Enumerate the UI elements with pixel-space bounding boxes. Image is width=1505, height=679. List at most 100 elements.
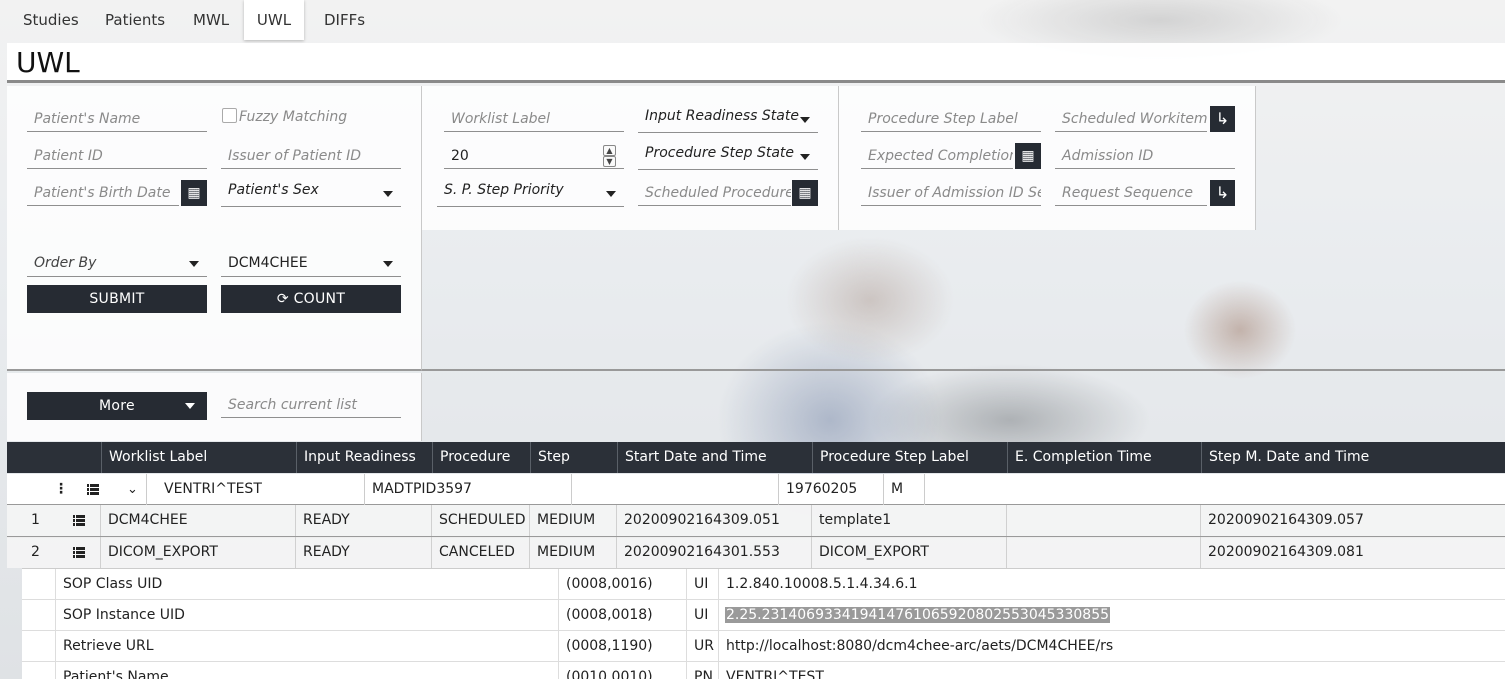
step-priority-select[interactable]: S. P. Step Priority [437, 177, 624, 207]
row-readiness: READY [296, 505, 432, 536]
header-spacer [7, 442, 101, 473]
fuzzy-matching-checkbox[interactable] [222, 108, 237, 123]
scheduled-procedure-start-input[interactable]: Scheduled Procedure S [638, 180, 791, 206]
attribute-tag: (0008,1190) [559, 631, 687, 662]
row-step: MEDIUM [530, 505, 617, 536]
attribute-value[interactable]: 2.25.23140693341941476106592080255304533… [719, 600, 1505, 631]
attribute-vr: PN [687, 662, 719, 679]
expected-completion-calendar-icon[interactable]: ▦ [1015, 143, 1041, 169]
patient-row: ⋮ ⌄ VENTRI^TEST MADTPID3597 19760205 M [7, 474, 1505, 505]
col-worklist-label[interactable]: Worklist Label [101, 442, 296, 473]
spin-down-icon[interactable]: ▼ [603, 156, 616, 167]
page-title: UWL [16, 46, 80, 79]
table-row[interactable]: 1 DCM4CHEE READY SCHEDULED MEDIUM 202009… [7, 505, 1505, 536]
request-sequence-input[interactable]: Request Sequence [1055, 180, 1207, 206]
chevron-down-icon [383, 261, 393, 267]
row-readiness: READY [296, 537, 432, 568]
scheduled-calendar-icon[interactable]: ▦ [792, 180, 818, 206]
row-menu-icon[interactable] [73, 537, 101, 568]
tab-patients[interactable]: Patients [105, 0, 165, 40]
refresh-icon: ⟳ [276, 291, 289, 307]
chevron-down-icon [800, 154, 810, 160]
attribute-row: Patient's Name (0010,0010) PN VENTRI^TES… [22, 662, 1505, 679]
procedure-step-state-select[interactable]: Procedure Step State [638, 140, 818, 170]
attribute-name: SOP Class UID [56, 569, 559, 600]
procedure-step-state-label: Procedure Step State [645, 145, 795, 161]
attribute-indent [22, 600, 56, 631]
tab-uwl[interactable]: UWL [244, 0, 304, 40]
attribute-name: SOP Instance UID [56, 600, 559, 631]
birth-date-input[interactable]: Patient's Birth Date [27, 180, 179, 206]
kebab-menu-icon[interactable]: ⋮ [53, 474, 69, 505]
selected-text: 2.25.23140693341941476106592080255304533… [725, 607, 1111, 623]
list-icon[interactable] [87, 474, 107, 505]
row-procedure: CANCELED [432, 537, 530, 568]
search-current-list-input[interactable]: Search current list [221, 392, 401, 418]
fuzzy-matching-label: Fuzzy Matching [239, 109, 348, 125]
tab-diffs[interactable]: DIFFs [324, 0, 365, 40]
request-sequence-open-icon[interactable]: ↳ [1210, 180, 1235, 206]
order-by-select[interactable]: Order By [27, 250, 207, 277]
patient-id-input[interactable]: Patient ID [27, 143, 207, 169]
aet-label: DCM4CHEE [228, 255, 308, 271]
worklist-label-input[interactable]: Worklist Label [444, 106, 624, 132]
patient-sex-label: Patient's Sex [228, 182, 319, 198]
tab-mwl[interactable]: MWL [193, 0, 229, 40]
tab-studies[interactable]: Studies [23, 0, 79, 40]
issuer-of-admission-id-input[interactable]: Issuer of Admission ID Sequ [861, 180, 1041, 206]
col-input-readiness[interactable]: Input Readiness [296, 442, 432, 473]
expected-completion-input[interactable]: Expected Completion D [861, 143, 1013, 169]
col-start-date[interactable]: Start Date and Time [617, 442, 812, 473]
scheduled-workitem-open-icon[interactable]: ↳ [1210, 106, 1235, 132]
col-procedure[interactable]: Procedure [432, 442, 530, 473]
submit-button[interactable]: SUBMIT [27, 285, 207, 313]
limit-input[interactable]: 20 [444, 143, 624, 169]
attribute-value[interactable]: http://localhost:8080/dcm4chee-arc/aets/… [719, 631, 1505, 662]
col-step-modified[interactable]: Step M. Date and Time [1201, 442, 1505, 473]
col-step[interactable]: Step [530, 442, 617, 473]
expand-chevron-icon[interactable]: ⌄ [127, 474, 147, 505]
step-priority-label: S. P. Step Priority [444, 182, 564, 198]
attribute-name: Patient's Name [56, 662, 559, 679]
patient-extra [572, 474, 779, 505]
row-completion [1007, 537, 1201, 568]
patient-sex-select[interactable]: Patient's Sex [221, 177, 401, 207]
aet-select[interactable]: DCM4CHEE [221, 250, 401, 277]
issuer-of-patient-id-input[interactable]: Issuer of Patient ID [221, 143, 401, 169]
order-by-label: Order By [34, 255, 97, 271]
col-completion-time[interactable]: E. Completion Time [1007, 442, 1201, 473]
row-number: 1 [31, 512, 40, 528]
attribute-vr: UI [687, 569, 719, 600]
attribute-indent [22, 662, 56, 679]
more-button[interactable]: More [27, 392, 207, 420]
attribute-vr: UI [687, 600, 719, 631]
row-number: 2 [31, 544, 40, 560]
row-procedure: SCHEDULED [432, 505, 530, 536]
attribute-value[interactable]: VENTRI^TEST [719, 662, 1505, 679]
admission-id-input[interactable]: Admission ID [1055, 143, 1235, 169]
chevron-down-icon [800, 117, 810, 123]
attribute-tag: (0010,0010) [559, 662, 687, 679]
col-procedure-step-label[interactable]: Procedure Step Label [812, 442, 1007, 473]
attribute-value[interactable]: 1.2.840.10008.5.1.4.34.6.1 [719, 569, 1505, 600]
input-readiness-select[interactable]: Input Readiness State [638, 103, 818, 133]
row-worklist-label: DCM4CHEE [101, 505, 296, 536]
patient-name-input[interactable]: Patient's Name [27, 106, 207, 132]
birth-date-calendar-icon[interactable]: ▦ [181, 180, 207, 206]
attribute-row: SOP Instance UID (0008,0018) UI 2.25.231… [22, 600, 1505, 631]
count-button[interactable]: ⟳ COUNT [221, 285, 401, 313]
attribute-row: SOP Class UID (0008,0016) UI 1.2.840.100… [22, 569, 1505, 600]
table-row[interactable]: 2 DICOM_EXPORT READY CANCELED MEDIUM 202… [7, 537, 1505, 568]
main-nav: Studies Patients MWL UWL DIFFs [0, 0, 1505, 40]
chevron-down-icon [383, 191, 393, 197]
spin-up-icon[interactable]: ▲ [603, 145, 616, 156]
patient-birth-date: 19760205 [779, 474, 884, 505]
row-step: MEDIUM [530, 537, 617, 568]
attribute-indent [22, 631, 56, 662]
scheduled-workitem-input[interactable]: Scheduled Workitem [1055, 106, 1207, 132]
attribute-name: Retrieve URL [56, 631, 559, 662]
table-header: Worklist Label Input Readiness Procedure… [7, 442, 1505, 473]
procedure-step-label-input[interactable]: Procedure Step Label [861, 106, 1041, 132]
row-modified: 20200902164309.081 [1208, 544, 1364, 560]
row-menu-icon[interactable] [73, 505, 101, 536]
